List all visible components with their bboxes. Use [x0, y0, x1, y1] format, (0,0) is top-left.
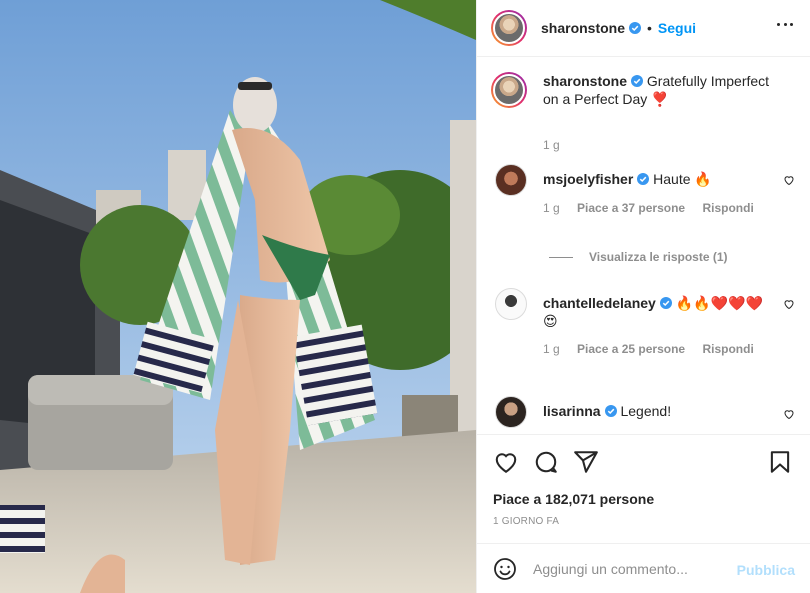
- post-caption: sharonstone Gratefully Imperfect on a Pe…: [491, 72, 788, 152]
- commenter-username[interactable]: chantelledelaney: [543, 295, 656, 311]
- post-side-panel: sharonstone • Segui sharonstone Grateful…: [476, 0, 810, 593]
- heart-icon[interactable]: [783, 298, 795, 310]
- comment-time[interactable]: 1 g: [543, 201, 560, 215]
- verified-badge-icon: [631, 75, 644, 87]
- verified-badge-icon: [637, 173, 650, 185]
- post-actions: Piace a 182,071 persone 1 GIORNO FA: [477, 434, 810, 542]
- share-icon[interactable]: [573, 449, 599, 475]
- comment-likes[interactable]: Piace a 25 persone: [577, 342, 685, 356]
- commenter-avatar[interactable]: [495, 288, 527, 320]
- heart-icon[interactable]: [783, 174, 795, 186]
- comments-list[interactable]: sharonstone Gratefully Imperfect on a Pe…: [477, 58, 810, 433]
- comment-meta: 1 g Piace a 25 persone Rispondi: [543, 342, 768, 356]
- caption-username[interactable]: sharonstone: [543, 73, 627, 89]
- reply-button[interactable]: Rispondi: [702, 342, 753, 356]
- heart-icon[interactable]: [493, 449, 519, 475]
- emoji-icon[interactable]: [493, 557, 517, 581]
- heart-icon[interactable]: [783, 408, 795, 420]
- commenter-username[interactable]: msjoelyfisher: [543, 171, 633, 187]
- view-replies-button[interactable]: Visualizza le risposte (1): [549, 250, 728, 264]
- bookmark-icon[interactable]: [767, 449, 793, 475]
- verified-badge-icon: [629, 22, 642, 34]
- commenter-avatar[interactable]: [495, 396, 527, 428]
- post-header: sharonstone • Segui: [477, 0, 810, 57]
- view-replies-label: Visualizza le risposte (1): [589, 250, 728, 264]
- follow-button[interactable]: Segui: [658, 20, 696, 36]
- comment-item: msjoelyfisher Haute 🔥 1 g Piace a 37 per…: [495, 164, 795, 224]
- comment-text: Haute 🔥: [653, 171, 712, 187]
- instagram-post: sharonstone • Segui sharonstone Grateful…: [0, 0, 810, 593]
- caption-text-block: sharonstone Gratefully Imperfect on a Pe…: [543, 72, 788, 108]
- comment-body: chantelledelaney 🔥🔥❤️❤️❤️😍: [543, 294, 763, 330]
- comment-meta: 1 g Piace a 37 persone Rispondi: [543, 201, 768, 215]
- verified-badge-icon: [604, 405, 617, 417]
- likes-count[interactable]: Piace a 182,071 persone: [493, 491, 654, 507]
- comment-icon[interactable]: [533, 449, 559, 475]
- header-separator: •: [647, 20, 652, 36]
- post-photo-illustration: [0, 0, 476, 593]
- author-username[interactable]: sharonstone: [541, 20, 625, 36]
- view-replies-line: [549, 256, 573, 258]
- header-info: sharonstone • Segui: [541, 20, 696, 36]
- caption-avatar[interactable]: [491, 72, 527, 108]
- comment-input[interactable]: [533, 560, 723, 577]
- comment-body: msjoelyfisher Haute 🔥: [543, 170, 763, 188]
- verified-badge-icon: [659, 297, 672, 309]
- publish-button[interactable]: Pubblica: [737, 562, 795, 578]
- comment-text: Legend!: [620, 403, 672, 419]
- comment-item: chantelledelaney 🔥🔥❤️❤️❤️😍 1 g Piace a 2…: [495, 288, 795, 358]
- comment-item: lisarinna Legend!: [495, 396, 795, 433]
- post-photo[interactable]: [0, 0, 476, 593]
- caption-time[interactable]: 1 g: [543, 138, 560, 152]
- caption-emoji: ❣️: [651, 91, 669, 107]
- add-comment-bar: Pubblica: [477, 543, 810, 593]
- author-avatar[interactable]: [491, 10, 527, 46]
- commenter-avatar[interactable]: [495, 164, 527, 196]
- commenter-username[interactable]: lisarinna: [543, 403, 601, 419]
- comment-time[interactable]: 1 g: [543, 342, 560, 356]
- post-date[interactable]: 1 GIORNO FA: [493, 516, 559, 527]
- more-options-icon[interactable]: [777, 23, 793, 29]
- comment-likes[interactable]: Piace a 37 persone: [577, 201, 685, 215]
- reply-button[interactable]: Rispondi: [702, 201, 753, 215]
- comment-body: lisarinna Legend!: [543, 402, 763, 420]
